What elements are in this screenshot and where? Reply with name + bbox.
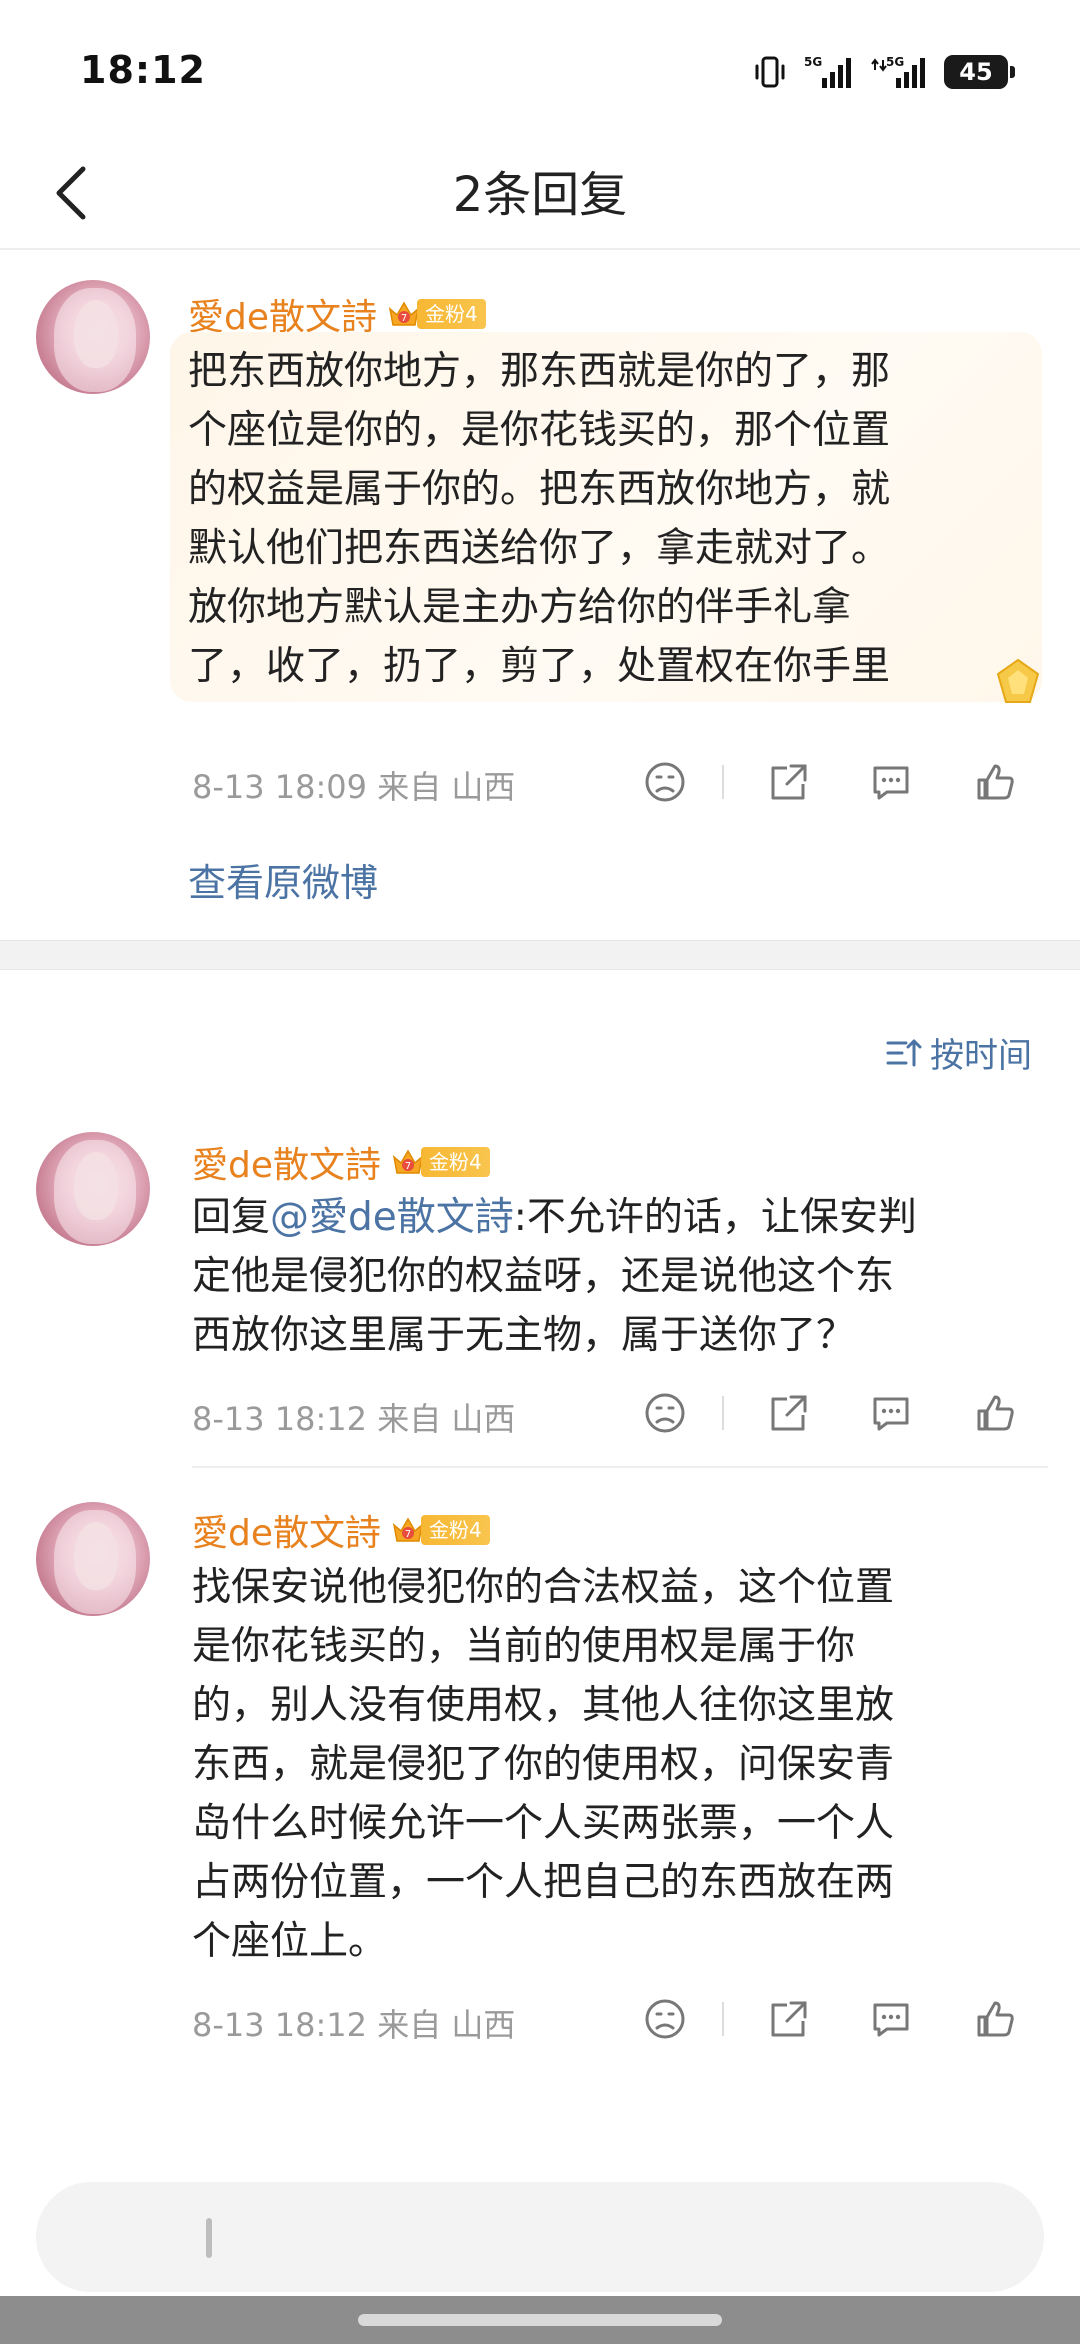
reply-text: 回复@愛de散文詩:不允许的话，让保安判 定他是侵犯你的权益呀，还是说他这个东 …: [192, 1188, 917, 1365]
comment-text: 把东西放你地方，那东西就是你的了，那 个座位是你的，是你花钱买的，那个位置 的权…: [188, 342, 890, 696]
badge-label: 金粉4: [417, 299, 486, 329]
home-indicator[interactable]: [358, 2314, 722, 2326]
badge-level: 7: [405, 1161, 411, 1172]
text-line: 定他是侵犯你的权益呀，还是说他这个东: [192, 1254, 895, 1299]
badge-level: 7: [405, 1529, 411, 1540]
avatar[interactable]: [36, 280, 150, 394]
signal-icon-2: 5G: [871, 55, 925, 88]
reply-text: 找保安说他侵犯你的合法权益，这个位置 是你花钱买的，当前的使用权是属于你 的，别…: [192, 1558, 894, 1971]
status-time: 18:12: [80, 48, 206, 92]
like-button[interactable]: [970, 1994, 1020, 2044]
sort-icon: [886, 1039, 922, 1066]
comment-icon: [873, 766, 909, 800]
username-text: 愛de散文詩: [192, 1145, 382, 1186]
crown-icon: 7: [388, 301, 420, 326]
username[interactable]: 愛de散文詩 7 金粉4: [192, 1136, 490, 1188]
signal-icon: 5G: [804, 55, 851, 88]
share-icon: [771, 2001, 807, 2037]
username-text: 愛de散文詩: [192, 1513, 382, 1554]
text-line: 岛什么时候允许一个人买两张票，一个人: [192, 1801, 895, 1846]
text-line: 个座位是你的，是你花钱买的，那个位置: [188, 408, 891, 453]
dislike-button[interactable]: [640, 1994, 690, 2044]
nav-bar: 2条回复: [0, 140, 1080, 250]
text-line: 了，收了，扔了，剪了，处置权在你手里: [188, 644, 891, 689]
thumbs-up-icon: [977, 1395, 1014, 1431]
reply-actions: [640, 1994, 1050, 2044]
text-line: 默认他们把东西送给你了，拿走就对了。: [188, 526, 891, 571]
avatar[interactable]: [36, 1132, 150, 1246]
vibrate-icon: [755, 56, 785, 88]
thumbs-up-icon: [977, 764, 1014, 800]
page-title: 2条回复: [452, 167, 628, 223]
view-original-link[interactable]: 查看原微博: [188, 852, 378, 907]
status-bar: 18:12 5G 5G 45: [0, 0, 1080, 140]
share-icon: [771, 764, 807, 800]
text-line: 西放你这里属于无主物，属于送你了？: [192, 1313, 856, 1358]
badge-label: 金粉4: [421, 1515, 490, 1545]
reply-page: 18:12 5G 5G 45 2条回复 愛de散文詩 7 金粉4 把东西放你地方…: [0, 0, 1080, 2344]
text-line: 的权益是属于你的。把东西放你地方，就: [188, 467, 891, 512]
text-line: 回复@愛de散文詩:不允许的话，让保安判: [192, 1188, 917, 1247]
comment-actions: [640, 757, 1050, 807]
comment-button[interactable]: [866, 1994, 916, 2044]
network-label-2: 5G: [886, 55, 904, 69]
reply-input[interactable]: [36, 2182, 1044, 2292]
fan-badge[interactable]: 7 金粉4: [391, 1513, 490, 1547]
username[interactable]: 愛de散文詩 7 金粉4: [192, 1504, 490, 1556]
reply-meta: 8-13 18:12 来自 山西: [192, 2006, 516, 2044]
section-divider: [0, 940, 1080, 970]
gem-icon: [996, 658, 1040, 703]
text-line: 的，别人没有使用权，其他人往你这里放: [192, 1683, 895, 1728]
thumbs-up-icon: [977, 2001, 1014, 2037]
dislike-button[interactable]: [640, 1388, 690, 1438]
text-cursor: [206, 2218, 212, 2258]
row-divider: [192, 1466, 1048, 1468]
text-line: 是你花钱买的，当前的使用权是属于你: [192, 1624, 856, 1669]
crown-icon: 7: [392, 1149, 424, 1174]
text-segment: :不允许的话，让保安判: [513, 1195, 917, 1240]
avatar[interactable]: [36, 1502, 150, 1616]
mention-link[interactable]: @愛de散文詩: [270, 1195, 514, 1240]
battery-indicator: 45: [944, 55, 1015, 89]
badge-label: 金粉4: [421, 1147, 490, 1177]
like-button[interactable]: [970, 757, 1020, 807]
share-button[interactable]: [764, 1994, 814, 2044]
text-line: 找保安说他侵犯你的合法权益，这个位置: [192, 1565, 895, 1610]
fan-badge[interactable]: 7 金粉4: [387, 297, 486, 331]
network-label: 5G: [804, 55, 822, 69]
sad-face-icon: [645, 762, 685, 802]
reply-prefix: 回复: [192, 1195, 271, 1240]
sort-label: 按时间: [930, 1036, 1032, 1076]
reply-meta: 8-13 18:12 来自 山西: [192, 1400, 516, 1438]
crown-icon: 7: [392, 1517, 424, 1542]
status-icons: 5G 5G 45: [752, 52, 1015, 92]
comment-meta: 8-13 18:09 来自 山西: [192, 768, 516, 806]
share-button[interactable]: [764, 757, 814, 807]
text-line: 东西，就是侵犯了你的使用权，问保安青: [192, 1742, 895, 1787]
sad-face-icon: [645, 1393, 685, 1433]
text-line: 占两份位置，一个人把自己的东西放在两: [192, 1860, 895, 1905]
text-line: 放你地方默认是主办方给你的伴手礼拿: [188, 585, 852, 630]
comment-icon: [873, 2003, 909, 2037]
text-line: 把东西放你地方，那东西就是你的了，那: [188, 349, 891, 394]
dislike-button[interactable]: [640, 757, 690, 807]
share-icon: [771, 1395, 807, 1431]
comment-button[interactable]: [866, 1388, 916, 1438]
share-button[interactable]: [764, 1388, 814, 1438]
text-line: 个座位上。: [192, 1919, 388, 1964]
like-button[interactable]: [970, 1388, 1020, 1438]
sad-face-icon: [645, 1999, 685, 2039]
reply-actions: [640, 1388, 1050, 1438]
sort-by-time-button[interactable]: 按时间: [886, 1028, 1032, 1077]
fan-badge[interactable]: 7 金粉4: [391, 1145, 490, 1179]
comment-icon: [873, 1397, 909, 1431]
comment-button[interactable]: [866, 757, 916, 807]
badge-level: 7: [401, 313, 407, 324]
